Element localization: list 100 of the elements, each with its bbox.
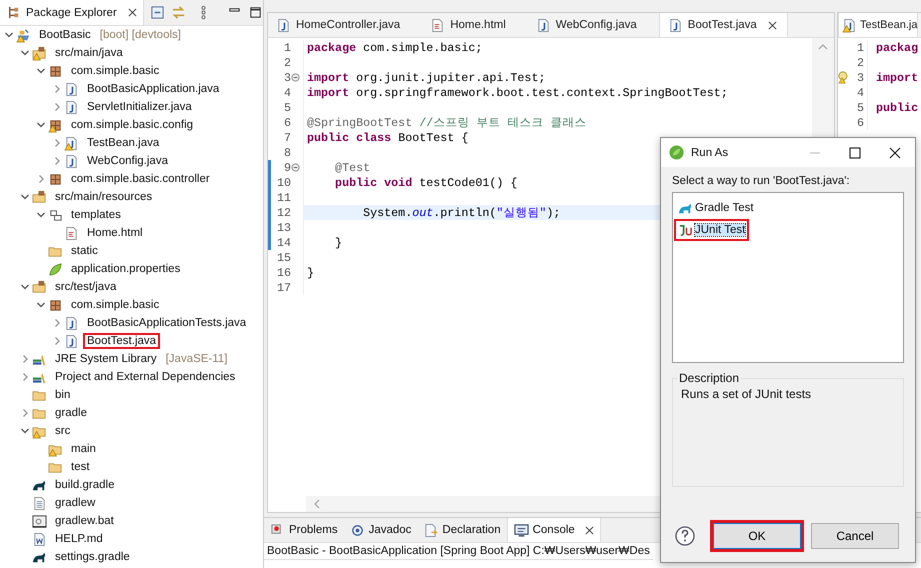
chevron-down-icon[interactable] — [36, 210, 46, 220]
chevron-down-icon[interactable] — [36, 66, 46, 76]
tree-item[interactable]: src — [51, 423, 74, 439]
tree-item[interactable]: ServletInitializer.java — [83, 99, 196, 115]
code-line: import — [876, 70, 918, 84]
junit-icon — [678, 222, 693, 238]
tree-item[interactable]: WebConfig.java — [83, 153, 172, 169]
chevron-right-icon[interactable] — [52, 84, 62, 94]
line-number: 11 — [276, 190, 291, 204]
maximize-icon[interactable] — [248, 5, 263, 20]
code-line: @SpringBootTest //스프링 부트 테스크 클래스 — [307, 115, 586, 130]
chevron-down-icon[interactable] — [20, 282, 30, 292]
line-number: 3 — [284, 70, 291, 84]
tree-item[interactable]: BootBasic — [35, 27, 95, 43]
help-icon[interactable] — [675, 526, 695, 546]
tree-item[interactable]: gradle — [51, 405, 91, 421]
tree-item[interactable]: build.gradle — [51, 477, 118, 493]
chevron-right-icon[interactable] — [52, 138, 62, 148]
chevron-right-icon[interactable] — [20, 372, 30, 382]
tree-item[interactable]: application.properties — [67, 261, 184, 277]
view-tab[interactable]: Declaration — [417, 518, 507, 542]
fold-icon[interactable] — [291, 163, 300, 172]
line-number: 6 — [856, 116, 864, 130]
close-icon[interactable] — [128, 8, 137, 17]
html-file-icon — [430, 18, 446, 32]
line-number: 8 — [284, 146, 291, 160]
line-number: 10 — [276, 176, 291, 190]
tree-item[interactable]: src/main/resources — [51, 189, 156, 205]
launch-list[interactable]: Gradle Test JUnit Test — [672, 192, 904, 363]
line-number: 17 — [276, 280, 291, 294]
tree-item[interactable]: BootBasicApplicationTests.java — [83, 315, 250, 331]
chevron-right-icon[interactable] — [52, 156, 62, 166]
chevron-right-icon[interactable] — [20, 408, 30, 418]
line-number: 4 — [856, 86, 864, 100]
view-tab[interactable]: Console — [506, 518, 601, 542]
tree-item[interactable]: com.simple.basic.controller — [67, 171, 214, 187]
code-line: } — [334, 236, 342, 250]
dialog-button[interactable]: Cancel — [811, 523, 899, 549]
tree-item[interactable]: templates — [67, 207, 125, 223]
line-number: 6 — [284, 116, 291, 130]
close-icon[interactable] — [889, 146, 901, 158]
tree-item[interactable]: src/test/java — [51, 279, 120, 295]
line-number: 5 — [284, 100, 291, 114]
chevron-right-icon[interactable] — [52, 102, 62, 112]
java-file-icon — [668, 18, 683, 32]
description-text: Runs a set of JUnit tests — [681, 387, 812, 401]
maximize-icon[interactable] — [849, 146, 861, 158]
chevron-right-icon[interactable] — [36, 174, 46, 184]
tree-item[interactable]: gradlew — [51, 495, 100, 511]
editor-tab[interactable]: HomeController.java — [268, 13, 422, 37]
view-tab[interactable]: Package Explorer — [0, 0, 144, 25]
line-number: 5 — [856, 100, 864, 114]
collapse-all-icon[interactable] — [150, 5, 165, 20]
prompt-text: Select a way to run 'BootTest.java': — [672, 175, 851, 187]
tree-item[interactable]: TestBean.java — [83, 135, 164, 151]
monitor-icon — [514, 522, 529, 538]
code-line: } — [307, 266, 314, 280]
chevron-down-icon[interactable] — [4, 30, 14, 40]
view-tab[interactable]: Problems — [264, 518, 344, 542]
code-line: package com.simple.basic; — [307, 40, 482, 54]
tree-item[interactable]: com.simple.basic — [67, 63, 164, 79]
tree-item[interactable]: com.simple.basic.config — [67, 117, 198, 133]
chevron-right-icon[interactable] — [52, 318, 62, 328]
editor-tab[interactable]: Home.html — [422, 13, 528, 37]
code-line: public — [876, 100, 918, 114]
tree-item[interactable]: BootBasicApplication.java — [83, 81, 224, 97]
tree-item[interactable]: src/main/java — [51, 45, 127, 61]
line-number: 2 — [856, 56, 864, 70]
tree-item[interactable]: settings.gradle — [51, 549, 134, 565]
close-icon[interactable] — [584, 526, 594, 534]
chevron-down-icon[interactable] — [20, 192, 30, 202]
tree-item[interactable]: test — [67, 459, 94, 475]
tree-item[interactable]: static — [67, 243, 102, 259]
tree-item[interactable]: BootTest.java — [83, 333, 160, 349]
tree-item[interactable]: gradlew.bat — [51, 513, 118, 529]
line-number: 9 — [284, 160, 291, 174]
chevron-down-icon[interactable] — [36, 120, 46, 130]
tree-item[interactable]: JRE System Library — [51, 351, 161, 367]
view-tab[interactable]: Javadoc — [344, 518, 418, 542]
tree-item[interactable]: Home.html — [83, 225, 147, 241]
chevron-down-icon[interactable] — [20, 48, 30, 58]
line-number: 12 — [276, 206, 291, 220]
fold-icon[interactable] — [291, 73, 300, 82]
chevron-right-icon[interactable] — [52, 336, 62, 346]
tree-item[interactable]: Project and External Dependencies — [51, 369, 240, 385]
list-item[interactable]: JUnit Test — [674, 219, 750, 241]
tree-item[interactable]: bin — [51, 387, 74, 403]
close-icon[interactable] — [768, 20, 777, 30]
list-item[interactable]: Gradle Test — [674, 197, 758, 219]
chevron-down-icon[interactable] — [20, 426, 30, 436]
chevron-right-icon[interactable] — [20, 354, 30, 364]
tree-item[interactable]: main — [67, 441, 100, 457]
dialog-button[interactable]: OK — [713, 523, 801, 549]
chevron-down-icon[interactable] — [36, 300, 46, 310]
editor-tab[interactable]: BootTest.java — [658, 13, 788, 37]
tree-item[interactable]: com.simple.basic — [67, 297, 164, 313]
tree-item[interactable]: HELP.md — [51, 531, 107, 547]
line-number: 3 — [856, 70, 864, 84]
editor-tab[interactable]: TestBean.ja — [838, 13, 918, 37]
editor-tab[interactable]: WebConfig.java — [528, 13, 659, 37]
